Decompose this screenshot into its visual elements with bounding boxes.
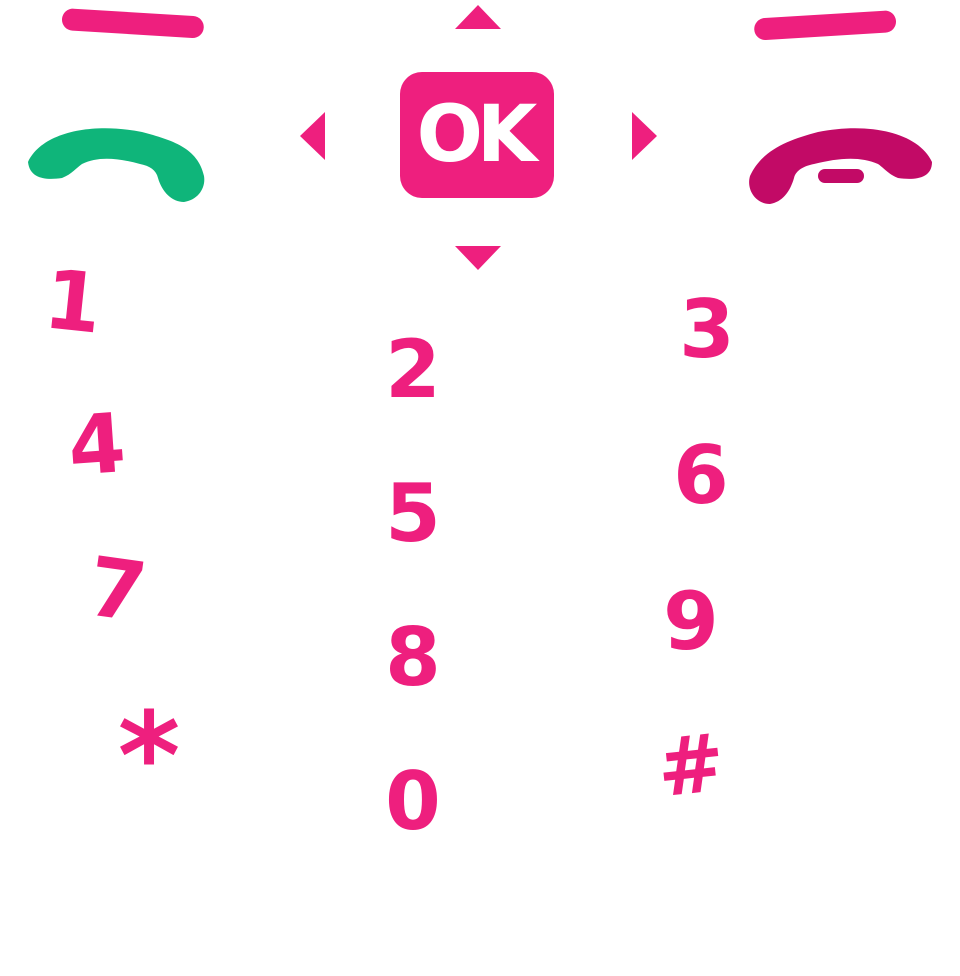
key-2-label: 2 (385, 323, 441, 416)
right-softkey-button[interactable] (753, 10, 897, 41)
key-8[interactable]: 8 (368, 618, 458, 698)
key-8-label: 8 (385, 611, 441, 704)
arrow-left-icon[interactable] (300, 112, 325, 160)
key-0[interactable]: 0 (368, 762, 458, 842)
ok-button-label: OK (416, 90, 538, 180)
key-2[interactable]: 2 (368, 330, 458, 410)
key-hash[interactable]: # (642, 715, 740, 816)
key-9[interactable]: 9 (646, 582, 736, 662)
key-star-label: * (117, 688, 181, 827)
arrow-down-icon[interactable] (455, 246, 501, 270)
phone-keypad: OK 1 2 3 4 5 6 7 8 9 * 0 # (0, 0, 960, 976)
key-1[interactable]: 1 (24, 252, 122, 353)
key-5-label: 5 (385, 467, 441, 560)
key-0-label: 0 (385, 755, 441, 848)
key-hash-label: # (652, 715, 730, 816)
key-3[interactable]: 3 (662, 290, 752, 370)
key-4-label: 4 (65, 396, 129, 495)
key-1-label: 1 (39, 252, 107, 353)
key-7-label: 7 (82, 539, 152, 642)
key-5[interactable]: 5 (368, 474, 458, 554)
arrow-right-icon[interactable] (632, 112, 657, 160)
key-9-label: 9 (663, 575, 719, 668)
arrow-up-icon[interactable] (455, 5, 501, 29)
end-call-icon[interactable] (738, 118, 938, 214)
key-star[interactable]: * (104, 698, 194, 818)
key-6[interactable]: 6 (656, 436, 746, 516)
left-softkey-button[interactable] (61, 8, 205, 39)
key-3-label: 3 (679, 283, 735, 376)
key-7[interactable]: 7 (67, 539, 168, 642)
key-4[interactable]: 4 (49, 396, 145, 495)
call-icon[interactable] (22, 118, 212, 210)
key-6-label: 6 (673, 429, 729, 522)
ok-button[interactable]: OK (400, 72, 554, 198)
